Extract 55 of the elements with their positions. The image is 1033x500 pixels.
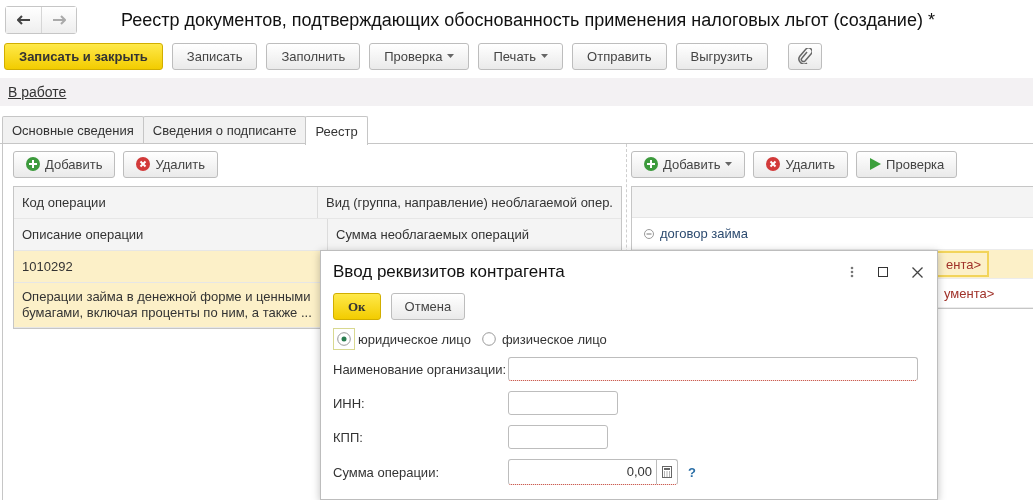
- add-icon: [26, 157, 40, 171]
- back-button[interactable]: [6, 7, 41, 33]
- column-header: Сумма необлагаемых операций: [335, 226, 530, 244]
- dialog-title: Ввод реквизитов контрагента: [333, 262, 565, 282]
- toolbar-button[interactable]: Заполнить: [266, 42, 361, 70]
- field-label: Сумма операции:: [333, 464, 440, 480]
- add-button[interactable]: Добавить: [631, 150, 746, 178]
- window-title: Реестр документов, подтверждающих обоснованность применения налоговых льгот (создание) *: [121, 9, 935, 31]
- input-field[interactable]: [508, 357, 918, 381]
- toolbar-button[interactable]: Отправить: [572, 42, 667, 70]
- caret-icon: [541, 54, 549, 58]
- radio-option[interactable]: физическое лицо: [478, 329, 607, 349]
- close-icon[interactable]: [912, 266, 923, 278]
- check-button[interactable]: Проверка: [856, 150, 958, 178]
- help-link[interactable]: ?: [688, 464, 696, 480]
- column-header: Вид (группа, направление) необлагаемой опер.: [325, 194, 614, 212]
- attach-button[interactable]: [787, 42, 822, 70]
- more-icon[interactable]: [850, 266, 854, 278]
- radio-option[interactable]: юридическое лицо: [333, 328, 471, 350]
- forward-arrow-icon: [52, 15, 66, 25]
- field-label: КПП:: [333, 429, 364, 445]
- caret-icon: [447, 54, 455, 58]
- calculator-icon[interactable]: [662, 466, 672, 478]
- add-button[interactable]: Добавить: [13, 150, 116, 178]
- table-cell-text: Операции займа в денежной форме и ценными бумагами, включая проценты по ним, а также ...: [21, 288, 313, 322]
- delete-button[interactable]: Удалить: [753, 150, 849, 178]
- toolbar-button[interactable]: Записать: [171, 42, 258, 70]
- paperclip-icon: [797, 48, 812, 64]
- radio-button[interactable]: [337, 332, 351, 346]
- field-label: Наименование организации:: [333, 361, 508, 377]
- toolbar-button[interactable]: Выгрузить: [675, 42, 768, 70]
- group-label[interactable]: договор займа: [660, 226, 748, 241]
- field-label: ИНН:: [333, 395, 366, 411]
- ok-button[interactable]: Ок: [333, 293, 381, 320]
- menu-button[interactable]: Проверка: [369, 42, 470, 70]
- tab[interactable]: Основные сведения: [2, 116, 144, 143]
- tab[interactable]: Реестр: [305, 116, 368, 145]
- menu-button[interactable]: Печать: [478, 42, 564, 70]
- input-field[interactable]: [508, 425, 608, 449]
- maximize-icon[interactable]: [878, 267, 888, 277]
- back-arrow-icon: [16, 15, 31, 25]
- play-icon: [869, 158, 882, 170]
- amount-field[interactable]: 0,00: [508, 459, 678, 485]
- column-header: Код операции: [14, 187, 319, 218]
- radio-button[interactable]: [481, 332, 496, 346]
- cancel-button[interactable]: Отмена: [390, 293, 466, 320]
- delete-icon: [136, 157, 151, 171]
- save-and-close-button[interactable]: Записать и закрыть: [4, 42, 163, 70]
- delete-button[interactable]: Удалить: [123, 150, 219, 178]
- status-link[interactable]: В работе: [8, 84, 67, 100]
- input-field[interactable]: [508, 391, 618, 415]
- collapse-icon[interactable]: [644, 228, 654, 239]
- tab[interactable]: Сведения о подписанте: [142, 116, 307, 143]
- delete-icon: [766, 157, 781, 171]
- add-icon: [644, 157, 658, 171]
